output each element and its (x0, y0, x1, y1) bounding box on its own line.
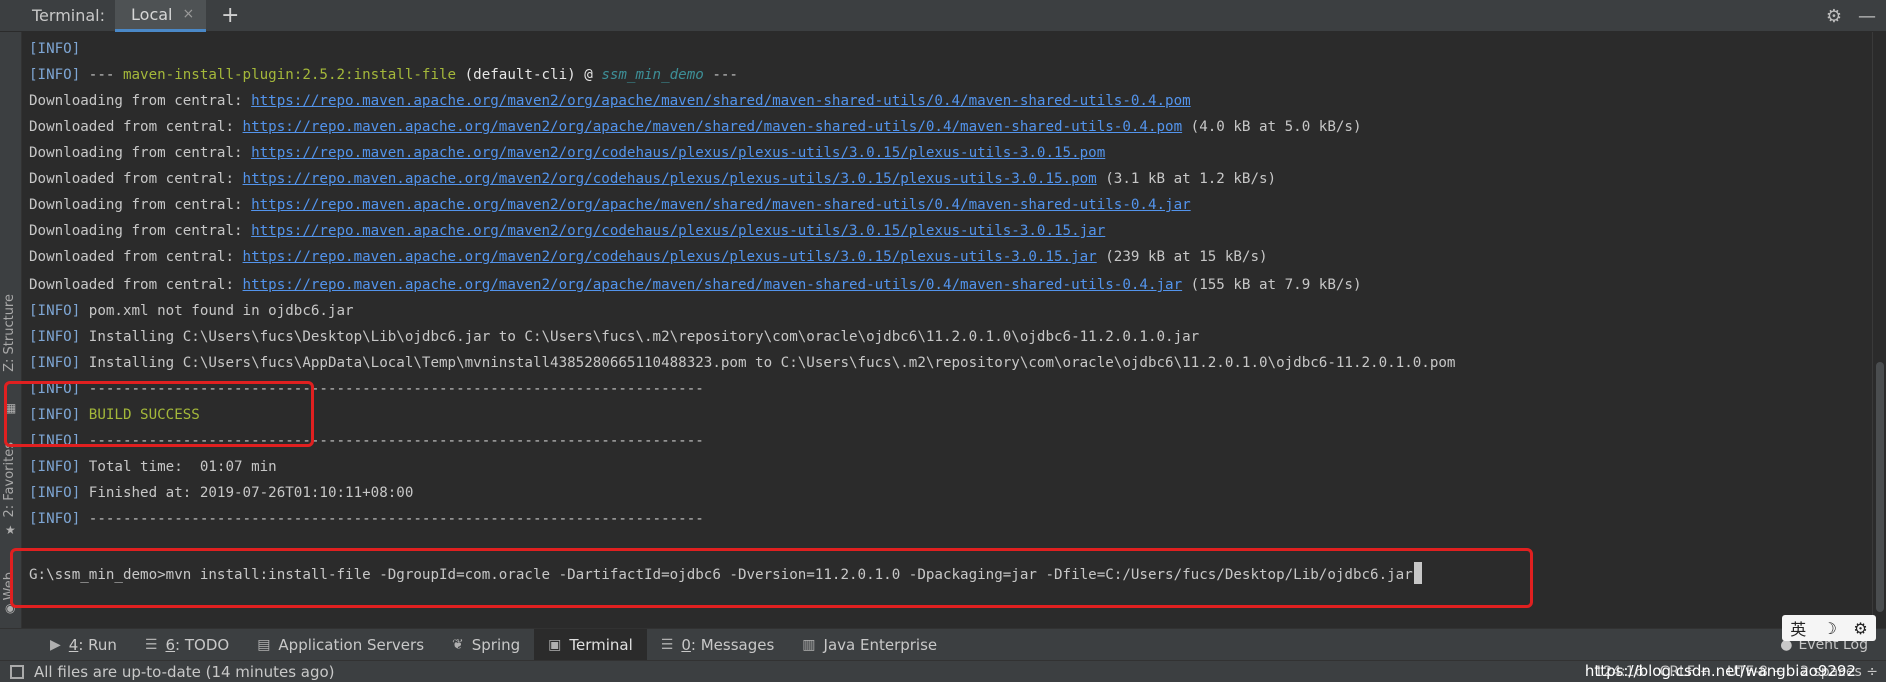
scrollbar-thumb[interactable] (1876, 362, 1884, 612)
leaf-icon: ❦ (452, 636, 464, 653)
tab-local[interactable]: Local × (115, 0, 207, 32)
play-icon: ▶ (50, 636, 61, 653)
tool-window-bar: ▶ 4: Run ☰ 6: TODO ▤ Application Servers… (0, 615, 1886, 661)
download-link[interactable]: https://repo.maven.apache.org/maven2/org… (251, 93, 1191, 109)
terminal-header: Terminal: Local × + ⚙ — (0, 0, 1886, 32)
status-square-icon[interactable] (10, 664, 24, 679)
ime-indicator[interactable]: 英 ☽ ⚙ (1782, 615, 1876, 641)
ime-language-icon: 英 (1790, 620, 1807, 639)
tool-tab-spring[interactable]: ❦ Spring (438, 629, 534, 661)
download-link[interactable]: https://repo.maven.apache.org/maven2/org… (243, 249, 1097, 265)
terminal-line: Downloading from central: https://repo.m… (29, 93, 1191, 109)
download-link[interactable]: https://repo.maven.apache.org/maven2/org… (243, 277, 1183, 293)
gear-icon[interactable]: ⚙ (1826, 6, 1842, 27)
server-icon: ▤ (257, 636, 271, 653)
left-tool-strip: Z: Structure ▦ 2: Favorites ★ Web ◉ (0, 32, 22, 628)
download-link[interactable]: https://repo.maven.apache.org/maven2/org… (243, 119, 1183, 135)
download-link[interactable]: https://repo.maven.apache.org/maven2/org… (251, 145, 1105, 161)
terminal-line: Downloaded from central: https://repo.ma… (29, 171, 1277, 187)
terminal-line: [INFO] Finished at: 2019-07-26T01:10:11+… (29, 485, 414, 501)
status-message: All files are up-to-date (14 minutes ago… (34, 662, 335, 681)
highlight-build-success (4, 381, 314, 447)
minimize-icon[interactable]: — (1858, 6, 1876, 27)
terminal-line: [INFO] ---------------------------------… (29, 511, 704, 527)
terminal-line: Downloading from central: https://repo.m… (29, 223, 1106, 239)
header-actions: ⚙ — (1826, 0, 1876, 32)
tool-tab-application-servers[interactable]: ▤ Application Servers (243, 629, 438, 661)
terminal-line: [INFO] (29, 41, 81, 57)
tool-tab-terminal[interactable]: ▣ Terminal (534, 628, 647, 661)
terminal-line: Downloaded from central: https://repo.ma… (29, 277, 1362, 293)
star-icon: ★ (5, 523, 16, 537)
terminal-line: [INFO] pom.xml not found in ojdbc6.jar (29, 303, 354, 319)
download-link[interactable]: https://repo.maven.apache.org/maven2/org… (251, 223, 1105, 239)
java-enterprise-icon: ▥ (802, 636, 816, 653)
terminal-line: Downloaded from central: https://repo.ma… (29, 249, 1268, 265)
tool-tab-run[interactable]: ▶ 4: Run (36, 629, 131, 661)
download-link[interactable]: https://repo.maven.apache.org/maven2/org… (243, 171, 1097, 187)
tool-tab-messages[interactable]: ☰ 0: Messages (647, 629, 789, 661)
terminal-scrollbar[interactable] (1872, 32, 1886, 628)
terminal-line: [INFO] Total time: 01:07 min (29, 459, 277, 475)
terminal-line: Downloading from central: https://repo.m… (29, 145, 1106, 161)
download-link[interactable]: https://repo.maven.apache.org/maven2/org… (251, 197, 1191, 213)
terminal-line: Downloading from central: https://repo.m… (29, 197, 1191, 213)
terminal-line: Downloaded from central: https://repo.ma… (29, 119, 1362, 135)
tool-tab-java-enterprise[interactable]: ▥ Java Enterprise (788, 629, 951, 661)
ime-settings-icon: ⚙ (1853, 618, 1868, 638)
list-icon: ☰ (144, 636, 158, 653)
terminal-line: [INFO] Installing C:\Users\fucs\Desktop\… (29, 329, 1200, 345)
side-tab-favorites[interactable]: 2: Favorites (2, 442, 17, 518)
tab-local-label: Local (131, 4, 173, 24)
tool-tab-todo[interactable]: ☰ 6: TODO (131, 629, 243, 661)
side-tab-structure[interactable]: Z: Structure (2, 294, 17, 372)
status-bar: All files are up-to-date (14 minutes ago… (0, 660, 1886, 682)
highlight-command (10, 548, 1533, 608)
terminal-output[interactable]: [INFO] [INFO] --- maven-install-plugin:2… (22, 32, 1872, 628)
add-tab-icon[interactable]: + (218, 0, 242, 32)
close-icon[interactable]: × (182, 6, 194, 22)
terminal-line: [INFO] Installing C:\Users\fucs\AppData\… (29, 355, 1456, 371)
terminal-line: [INFO] --- maven-install-plugin:2.5.2:in… (29, 67, 738, 83)
moon-icon: ☽ (1822, 618, 1837, 638)
watermark: https://blog.csdn.net/wangbiao9292 (1584, 662, 1856, 680)
messages-icon: ☰ (660, 636, 674, 653)
terminal-icon: ▣ (548, 636, 562, 653)
terminal-title: Terminal: (32, 6, 106, 25)
